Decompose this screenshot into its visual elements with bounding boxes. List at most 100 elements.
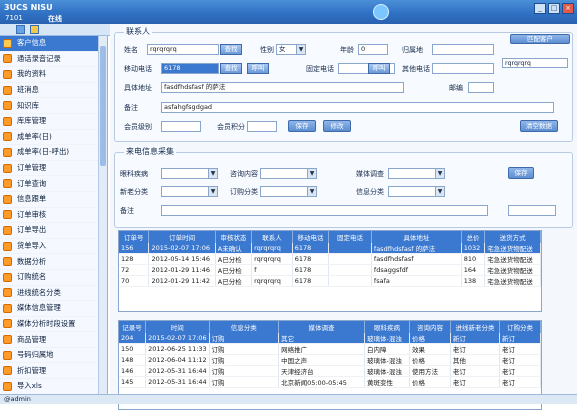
sidebar-item[interactable]: 班消息 (0, 83, 107, 99)
orders-row[interactable]: 72 2012-01-29 11:46 A已分检 f 6178 fdsaggsfdf 164… (119, 264, 541, 277)
sidebar-item[interactable]: 折扣管理 (0, 363, 107, 380)
records-header[interactable]: 信息分类 (209, 321, 280, 333)
disease-select[interactable]: ▼ (161, 168, 218, 179)
collection-extra-field[interactable] (508, 205, 556, 216)
name-field[interactable]: rqrqrqrq (147, 44, 219, 55)
orders-header[interactable]: 固定电话 (328, 231, 372, 243)
fixed-call-button[interactable]: 呼叫 (368, 63, 390, 74)
sidebar-item[interactable]: 订单查询 (0, 176, 107, 192)
sidebar-item[interactable]: 数据分析 (0, 254, 107, 270)
modify-button[interactable]: 修改 (323, 120, 351, 132)
postcode-field[interactable] (468, 82, 494, 93)
region-field[interactable] (432, 44, 494, 55)
mobile-search-button[interactable]: 查找 (220, 63, 242, 74)
orders-row[interactable]: 70 2012-01-29 11:42 A已分检 rqrqrqrq 6178 fsafa 1… (119, 275, 541, 288)
orders-header[interactable]: 送货方式 (484, 231, 541, 243)
orders-cell: 6178 (292, 253, 330, 266)
gender-select[interactable]: 女 ▼ (276, 44, 306, 55)
sidebar-item[interactable]: 库库管理 (0, 114, 107, 130)
age-field[interactable]: 0 (358, 44, 388, 55)
sidebar-item[interactable]: 通话录音记录 (0, 52, 107, 68)
address-field[interactable]: fasdfhdsfasf 的萨法 (161, 82, 404, 93)
orders-row[interactable]: 156 2015-02-07 17:06 A未确认 rqrqrqrq 6178 fasdf… (119, 243, 541, 255)
sidebar-item[interactable]: 媒体分析时段设置 (0, 317, 107, 333)
sidebar-item[interactable]: 订单导出 (0, 223, 107, 239)
orders-header[interactable]: 联系人 (251, 231, 293, 243)
records-header[interactable]: 记录号 (119, 321, 147, 333)
sidebar-item[interactable]: 商品管理 (0, 332, 107, 348)
menu-icon (3, 210, 12, 220)
records-header[interactable]: 时间 (145, 321, 210, 333)
sidebar-item-label: 成单率(日-呼出) (17, 147, 70, 157)
records-cell: 2012-05-31 16:44 (145, 365, 210, 378)
mobile-call-button[interactable]: 呼叫 (247, 63, 269, 74)
sidebar-item[interactable]: 号码归属地 (0, 348, 107, 364)
match-customer-list[interactable]: rqrqrqrq (502, 58, 568, 68)
other-phone-field[interactable] (432, 63, 494, 74)
menu-icon (3, 179, 12, 189)
records-row[interactable]: 148 2012-06-04 11:12 订购 中国之声 玻璃体-混浊 价格 其他 老订 (119, 354, 541, 367)
media-select[interactable]: ▼ (388, 168, 445, 179)
sidebar-item[interactable]: 知识库 (0, 98, 107, 114)
save-button[interactable]: 保存 (288, 120, 316, 132)
records-row[interactable]: 150 2012-06-25 11:33 订购 网络推广 白内障 效果 老订 老订 (119, 343, 541, 356)
remark-field[interactable]: asfahgfsgdgad (161, 102, 554, 113)
sidebar-item[interactable]: 媒体信息管理 (0, 301, 107, 317)
records-cell: 效果 (409, 343, 451, 356)
records-header[interactable]: 进线新老分类 (450, 321, 501, 333)
orders-header[interactable]: 审核状态 (215, 231, 253, 243)
minimize-button[interactable]: _ (534, 3, 546, 14)
match-customer-button[interactable]: 匹配客户 (510, 34, 570, 44)
folder-icon[interactable] (30, 25, 39, 34)
close-button[interactable]: × (562, 3, 574, 14)
member-points-field[interactable] (247, 121, 277, 132)
sidebar-item[interactable]: 成单率(日-呼出) (0, 145, 107, 161)
home-icon[interactable] (16, 25, 25, 34)
sidebar-item[interactable]: 进线统名分类 (0, 286, 107, 302)
sidebar-item[interactable]: 信息跟单 (0, 192, 107, 208)
clear-data-button[interactable]: 清空数据 (520, 120, 558, 132)
orders-header[interactable]: 总价 (461, 231, 486, 243)
sidebar-item[interactable]: 订单审核 (0, 208, 107, 224)
sidebar-item[interactable]: 导入xls (0, 379, 107, 394)
records-row[interactable]: 204 2015-02-07 17:06 订购 其它 玻璃体-混浊 价格 新订 新订 (119, 333, 541, 345)
records-header[interactable]: 咨询内容 (409, 321, 451, 333)
orders-cell: A已分检 (215, 253, 253, 266)
consult-select[interactable]: ▼ (260, 168, 317, 179)
scroll-thumb[interactable] (100, 46, 106, 166)
orders-header[interactable]: 移动电话 (292, 231, 330, 243)
collection-remark-field[interactable] (161, 205, 488, 216)
orders-row[interactable]: 128 2012-05-14 15:46 A已分检 rqrqrqrq 6178 fasdf… (119, 253, 541, 266)
member-level-field[interactable] (161, 121, 201, 132)
info-type-select[interactable]: ▼ (388, 186, 445, 197)
orders-cell: 2015-02-07 17:06 (148, 243, 216, 255)
sidebar-item[interactable]: 订购统名 (0, 270, 107, 286)
records-header[interactable]: 媒体调查 (278, 321, 365, 333)
sidebar-scrollbar[interactable] (98, 36, 107, 394)
orders-header[interactable]: 具体地址 (371, 231, 462, 243)
consult-label: 咨询内容 (230, 170, 258, 178)
records-cell: 天津经济台 (278, 365, 365, 378)
name-search-button[interactable]: 查找 (220, 44, 242, 55)
newold-select[interactable]: ▼ (161, 186, 218, 197)
orders-header[interactable]: 订单时间 (148, 231, 216, 243)
mobile-field[interactable]: 6178 (161, 63, 219, 74)
maximize-button[interactable]: □ (548, 3, 560, 14)
records-header[interactable]: 眼科疾病 (364, 321, 410, 333)
match-customer-value: rqrqrqrq (505, 60, 531, 67)
sidebar-item[interactable]: 成单率(日) (0, 130, 107, 146)
sidebar-item[interactable]: 客户信息 (0, 36, 107, 52)
orders-header[interactable]: 订单号 (119, 231, 150, 243)
phone-icon[interactable] (373, 4, 389, 20)
collection-save-button[interactable]: 保存 (508, 167, 534, 179)
records-row[interactable]: 145 2012-05-31 16:44 订购 北京新闻05:00-05:45 黄斑变性… (119, 376, 541, 389)
menu-icon (3, 38, 12, 48)
sidebar-item[interactable]: 我的资料 (0, 67, 107, 83)
records-header[interactable]: 订购分类 (499, 321, 541, 333)
records-row[interactable]: 146 2012-05-31 16:44 订购 天津经济台 玻璃体-混浊 使用方法 老订 老订 (119, 365, 541, 378)
order-type-select[interactable]: ▼ (260, 186, 317, 197)
records-cell: 黄斑变性 (364, 376, 410, 389)
main-panel: 联系人 姓名 rqrqrqrq 查找 性别 女 ▼ 年龄 0 归属地 移动电话 6… (110, 24, 577, 410)
sidebar-item[interactable]: 订单管理 (0, 161, 107, 177)
sidebar-item[interactable]: 货单导入 (0, 239, 107, 255)
